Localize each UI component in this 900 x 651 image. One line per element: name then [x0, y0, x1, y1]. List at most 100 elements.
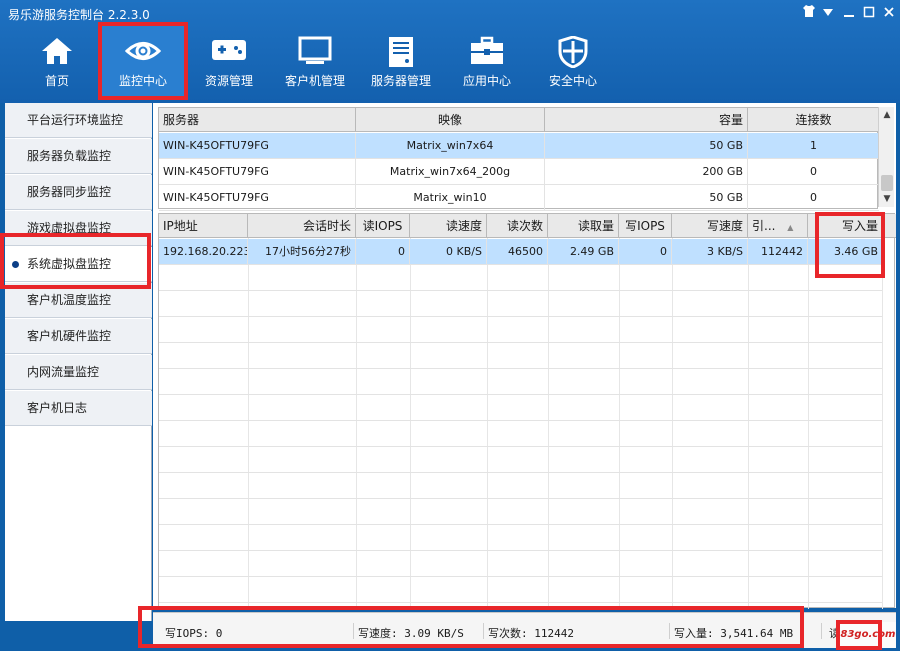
nav-app-center[interactable]: 应用中心 — [444, 26, 530, 100]
table-row[interactable]: WIN-K45OFTU79FG Matrix_win7x64_200g 200 … — [159, 159, 879, 185]
status-write-amount: 写入量: 3,541.64 MB — [674, 627, 794, 640]
nav-home[interactable]: 首页 — [14, 26, 100, 100]
cell-write-iops: 0 — [619, 239, 672, 265]
empty-row — [159, 577, 882, 603]
minimize-icon[interactable] — [840, 4, 858, 24]
sidebar-item-system-vdisk[interactable]: 系统虚拟盘监控 — [5, 247, 152, 282]
sort-ascending-icon: ▲ — [787, 223, 794, 232]
col-header-truncated-label: 引... — [752, 219, 776, 233]
status-divider — [821, 623, 822, 639]
empty-row — [159, 421, 882, 447]
nav-server-management-label: 服务器管理 — [370, 74, 431, 88]
server-table-header: 服务器 映像 容量 连接数 — [159, 108, 879, 132]
cell-connections: 1 — [810, 139, 817, 152]
home-icon — [42, 38, 72, 64]
sidebar-item-server-sync[interactable]: 服务器同步监控 — [5, 175, 152, 210]
cell-read-amount: 2.49 GB — [548, 239, 619, 265]
nav-security-center[interactable]: 安全中心 — [530, 26, 616, 100]
sidebar-item-server-load[interactable]: 服务器负载监控 — [5, 139, 152, 174]
content-area: 服务器 映像 容量 连接数 WIN-K45OFTU79FG Matrix_win… — [153, 103, 896, 609]
cell-capacity: 50 GB — [545, 133, 748, 159]
status-divider — [353, 623, 354, 639]
scroll-thumb[interactable] — [881, 175, 893, 191]
cell-capacity: 50 GB — [545, 185, 748, 211]
sidebar-item-client-log[interactable]: 客户机日志 — [5, 391, 152, 426]
sidebar-item-platform-env[interactable]: 平台运行环境监控 — [5, 103, 152, 138]
col-header-read-amount[interactable]: 读取量 — [548, 214, 619, 238]
dropdown-icon[interactable] — [819, 4, 837, 24]
watermark-logo: 83go.com — [840, 622, 896, 648]
nav-monitor-center[interactable]: 监控中心 — [100, 26, 186, 100]
cell-write-speed: 3 KB/S — [672, 239, 748, 265]
col-header-write-iops[interactable]: 写IOPS — [619, 214, 672, 238]
empty-row — [159, 265, 882, 291]
status-write-iops: 写IOPS: 0 — [165, 627, 223, 640]
col-header-capacity[interactable]: 容量 — [545, 108, 748, 132]
table-row[interactable]: WIN-K45OFTU79FG Matrix_win10 50 GB 0 — [159, 185, 879, 211]
maximize-icon[interactable] — [860, 4, 878, 24]
monitor-icon — [298, 36, 332, 64]
empty-row — [159, 525, 882, 551]
cell-server: WIN-K45OFTU79FG — [159, 185, 356, 211]
session-table: IP地址 会话时长 读IOPS 读速度 读次数 读取量 写IOPS 写速度 引.… — [158, 213, 896, 609]
empty-row — [159, 499, 882, 525]
col-header-write-amount[interactable]: 写入量 — [808, 214, 882, 238]
table-row[interactable]: 192.168.20.223 17小时56分27秒 0 0 KB/S 46500… — [159, 239, 882, 265]
col-header-read-count[interactable]: 读次数 — [487, 214, 548, 238]
toolbox-icon — [471, 36, 503, 64]
empty-row — [159, 317, 882, 343]
top-bar: 易乐游服务控制台 2.2.3.0 首页 监控中心 资源管理 客户机管理 服务器管… — [0, 0, 900, 103]
empty-row — [159, 473, 882, 499]
cell-read-count: 46500 — [487, 239, 548, 265]
cell-image: Matrix_win7x64_200g — [356, 159, 545, 185]
col-header-write-speed[interactable]: 写速度 — [672, 214, 748, 238]
col-header-server[interactable]: 服务器 — [159, 108, 356, 132]
server-table-scrollbar[interactable]: ▲ ▼ — [878, 107, 894, 207]
sidebar-item-label: 游戏虚拟盘监控 — [27, 221, 112, 235]
shirt-icon[interactable] — [800, 4, 818, 24]
nav-resource-management[interactable]: 资源管理 — [186, 26, 272, 100]
scroll-up-icon[interactable]: ▲ — [879, 107, 895, 123]
status-divider — [483, 623, 484, 639]
gamepad-icon — [212, 40, 246, 60]
nav-resource-management-label: 资源管理 — [204, 74, 253, 88]
nav-client-management-label: 客户机管理 — [284, 74, 345, 88]
scroll-down-icon[interactable]: ▼ — [879, 191, 895, 207]
cell-session-duration: 17小时56分27秒 — [248, 239, 356, 265]
empty-row — [159, 343, 882, 369]
cell-connections: 0 — [810, 165, 817, 178]
cell-ip: 192.168.20.223 — [159, 239, 248, 265]
empty-row — [159, 369, 882, 395]
col-header-connections[interactable]: 连接数 — [748, 108, 879, 132]
cell-read-iops: 0 — [356, 239, 410, 265]
sidebar-item-client-hardware[interactable]: 客户机硬件监控 — [5, 319, 152, 354]
active-bullet-icon — [12, 261, 19, 268]
status-trailing: 读 — [829, 627, 840, 640]
col-header-session-duration[interactable]: 会话时长 — [248, 214, 356, 238]
eye-icon — [125, 42, 161, 60]
col-header-read-iops[interactable]: 读IOPS — [356, 214, 410, 238]
nav-client-management[interactable]: 客户机管理 — [272, 26, 358, 100]
col-header-read-speed[interactable]: 读速度 — [410, 214, 487, 238]
sidebar-item-lan-traffic[interactable]: 内网流量监控 — [5, 355, 152, 390]
sidebar-item-game-vdisk[interactable]: 游戏虚拟盘监控 — [5, 211, 152, 246]
sidebar-item-client-temp[interactable]: 客户机温度监控 — [5, 283, 152, 318]
col-header-ip[interactable]: IP地址 — [159, 214, 248, 238]
empty-row — [159, 395, 882, 421]
nav-server-management[interactable]: 服务器管理 — [358, 26, 444, 100]
col-header-truncated[interactable]: 引... ▲ — [748, 214, 808, 238]
sidebar-item-label: 服务器同步监控 — [27, 185, 112, 199]
grid-line — [882, 238, 883, 609]
cell-server: WIN-K45OFTU79FG — [159, 133, 356, 159]
cell-server: WIN-K45OFTU79FG — [159, 159, 356, 185]
table-row[interactable]: WIN-K45OFTU79FG Matrix_win7x64 50 GB 1 — [159, 133, 879, 159]
app-title: 易乐游服务控制台 2.2.3.0 — [8, 8, 150, 22]
nav-home-label: 首页 — [44, 74, 69, 88]
nav-security-center-label: 安全中心 — [548, 74, 597, 88]
sidebar-item-label: 服务器负载监控 — [27, 149, 112, 163]
sidebar-item-label: 内网流量监控 — [27, 365, 100, 379]
close-icon[interactable] — [880, 4, 898, 24]
status-write-speed: 写速度: 3.09 KB/S — [358, 627, 464, 640]
col-header-image[interactable]: 映像 — [356, 108, 545, 132]
cell-connections: 0 — [810, 191, 817, 204]
